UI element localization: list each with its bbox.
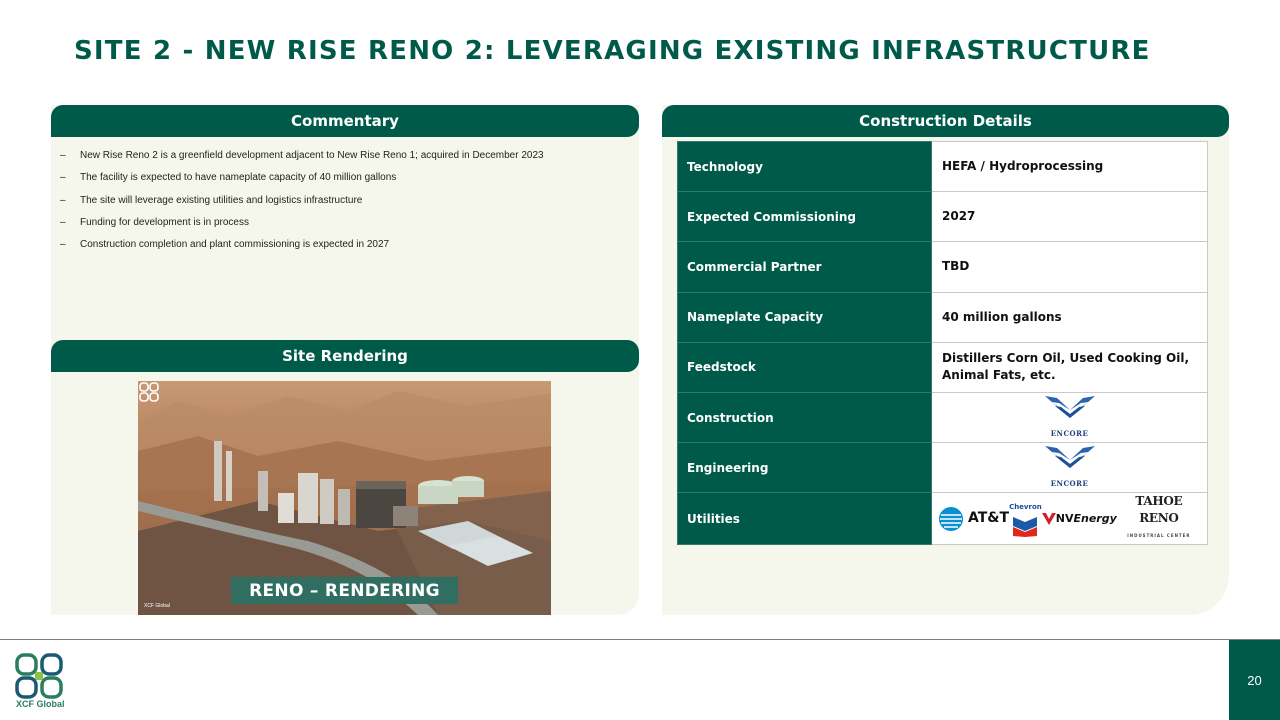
table-row: Technology HEFA / Hydroprocessing (677, 140, 1208, 193)
row-value: ENCORE (931, 442, 1208, 494)
construction-details-table: Technology HEFA / Hydroprocessing Expect… (677, 140, 1208, 546)
tahoe-reno-logo: TAHOE RENO INDUSTRIAL CENTER (1117, 493, 1201, 544)
row-label: Feedstock (677, 341, 932, 393)
nv-logo-suffix: Energy (1073, 512, 1117, 526)
bullet-dash: – (60, 216, 66, 228)
rendering-logo-text: XCF Global (144, 603, 170, 609)
row-value: TBD (931, 241, 1208, 293)
table-row: Engineering ENCORE (677, 442, 1208, 494)
row-label: Nameplate Capacity (677, 291, 932, 343)
xcf-global-logo-icon (15, 653, 63, 699)
footer-logo-text: XCF Global (16, 699, 65, 709)
row-label: Technology (677, 140, 932, 193)
chevron-mark-icon (1013, 517, 1038, 538)
utility-logos: AT&T Chevron NV Energy TAHOE RENO INDUST… (932, 493, 1207, 544)
footer-divider (0, 639, 1280, 640)
bullet-dash: – (60, 150, 66, 161)
slide-title: SITE 2 - NEW RISE RENO 2: LEVERAGING EXI… (74, 36, 1151, 66)
row-label: Utilities (677, 492, 932, 546)
page-number: 20 (1229, 640, 1280, 720)
att-logo-text: AT&T (968, 510, 1010, 527)
list-item: – Construction completion and plant commi… (60, 239, 630, 251)
row-label: Engineering (677, 442, 932, 494)
row-value: ENCORE (931, 391, 1208, 444)
row-label: Commercial Partner (677, 241, 932, 293)
rendering-header: Site Rendering (51, 340, 639, 372)
rendering-caption: RENO – RENDERING (231, 577, 458, 604)
site-rendering-image: RENO – RENDERING XCF Global (138, 381, 551, 615)
encore-logo: ENCORE (1043, 444, 1097, 492)
table-row: Utilities AT&T Chevron NV Energy TAHOE R… (677, 492, 1208, 546)
bullet-text: Construction completion and plant commis… (80, 239, 390, 251)
bullet-dash: – (60, 194, 66, 206)
row-value: HEFA / Hydroprocessing (931, 140, 1208, 193)
encore-logo: ENCORE (1043, 394, 1097, 442)
nv-logo-prefix: NV (1055, 512, 1074, 526)
row-label: Construction (677, 391, 932, 444)
construction-header: Construction Details (662, 105, 1229, 137)
bullet-dash: – (60, 239, 66, 251)
row-value: Distillers Corn Oil, Used Cooking Oil, A… (931, 341, 1208, 393)
table-row: Nameplate Capacity 40 million gallons (677, 291, 1208, 343)
list-item: – Funding for development is in process (60, 217, 630, 229)
tahoe-logo-text: TAHOE RENO (1135, 494, 1183, 526)
bullet-dash: – (60, 172, 66, 184)
row-value: 2027 (931, 191, 1208, 243)
bullet-text: The facility is expected to have namepla… (80, 172, 397, 184)
list-item: – New Rise Reno 2 is a greenfield develop… (60, 150, 630, 162)
commentary-header: Commentary (51, 105, 639, 137)
row-label: Expected Commissioning (677, 191, 932, 243)
tahoe-logo-subtext: INDUSTRIAL CENTER (1127, 533, 1191, 539)
table-row: Construction ENCORE (677, 391, 1208, 444)
list-item: – The facility is expected to have namepl… (60, 172, 630, 184)
att-logo: AT&T (938, 506, 1009, 532)
nv-mark-icon (1041, 512, 1056, 525)
encore-wings-icon (1044, 445, 1095, 468)
row-value: AT&T Chevron NV Energy TAHOE RENO INDUST… (931, 492, 1208, 546)
table-row: Expected Commissioning 2027 (677, 191, 1208, 243)
encore-logo-text: ENCORE (1050, 478, 1089, 488)
xcf-logo-icon (139, 382, 159, 402)
chevron-logo: Chevron (1009, 499, 1042, 538)
row-value: 40 million gallons (931, 291, 1208, 343)
bullet-text: New Rise Reno 2 is a greenfield developm… (80, 150, 544, 161)
encore-wings-icon (1044, 395, 1095, 418)
bullet-text: Funding for development is in process (80, 216, 249, 228)
list-item: – The site will leverage existing utiliti… (60, 195, 630, 207)
encore-logo-text: ENCORE (1050, 428, 1089, 438)
chevron-logo-text: Chevron (1009, 503, 1042, 512)
table-row: Feedstock Distillers Corn Oil, Used Cook… (677, 341, 1208, 393)
nv-energy-logo: NV Energy (1041, 510, 1117, 527)
bullet-text: The site will leverage existing utilitie… (80, 194, 363, 206)
table-row: Commercial Partner TBD (677, 241, 1208, 293)
commentary-list: – New Rise Reno 2 is a greenfield develop… (60, 150, 630, 261)
att-globe-icon (939, 506, 963, 531)
